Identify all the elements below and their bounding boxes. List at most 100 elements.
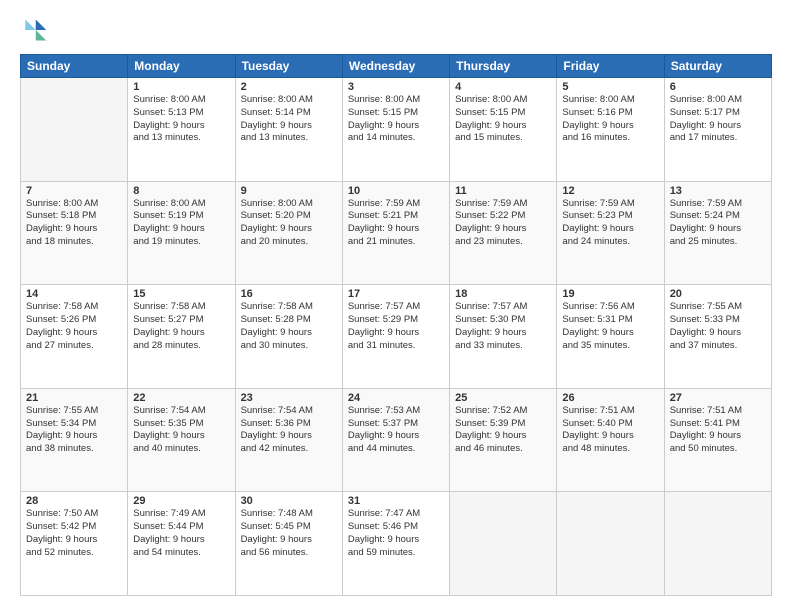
- day-info: Sunrise: 7:57 AM Sunset: 5:29 PM Dayligh…: [348, 301, 444, 352]
- calendar-cell: 21Sunrise: 7:55 AM Sunset: 5:34 PM Dayli…: [21, 388, 128, 492]
- day-number: 10: [348, 185, 444, 197]
- day-number: 29: [133, 495, 229, 507]
- day-info: Sunrise: 7:56 AM Sunset: 5:31 PM Dayligh…: [562, 301, 658, 352]
- day-info: Sunrise: 7:55 AM Sunset: 5:33 PM Dayligh…: [670, 301, 766, 352]
- day-number: 26: [562, 392, 658, 404]
- weekday-header: Monday: [128, 55, 235, 78]
- day-info: Sunrise: 8:00 AM Sunset: 5:20 PM Dayligh…: [241, 198, 337, 249]
- calendar-cell: 29Sunrise: 7:49 AM Sunset: 5:44 PM Dayli…: [128, 492, 235, 596]
- calendar-cell: 14Sunrise: 7:58 AM Sunset: 5:26 PM Dayli…: [21, 285, 128, 389]
- day-number: 2: [241, 81, 337, 93]
- calendar-cell: 8Sunrise: 8:00 AM Sunset: 5:19 PM Daylig…: [128, 181, 235, 285]
- calendar-cell: 11Sunrise: 7:59 AM Sunset: 5:22 PM Dayli…: [450, 181, 557, 285]
- day-number: 7: [26, 185, 122, 197]
- day-info: Sunrise: 8:00 AM Sunset: 5:15 PM Dayligh…: [455, 94, 551, 145]
- calendar-cell: 1Sunrise: 8:00 AM Sunset: 5:13 PM Daylig…: [128, 78, 235, 182]
- calendar-table: SundayMondayTuesdayWednesdayThursdayFrid…: [20, 54, 772, 596]
- calendar-cell: 24Sunrise: 7:53 AM Sunset: 5:37 PM Dayli…: [342, 388, 449, 492]
- calendar-cell: [664, 492, 771, 596]
- calendar-cell: 31Sunrise: 7:47 AM Sunset: 5:46 PM Dayli…: [342, 492, 449, 596]
- day-info: Sunrise: 7:59 AM Sunset: 5:24 PM Dayligh…: [670, 198, 766, 249]
- logo-icon: [20, 16, 48, 44]
- day-info: Sunrise: 7:57 AM Sunset: 5:30 PM Dayligh…: [455, 301, 551, 352]
- day-info: Sunrise: 8:00 AM Sunset: 5:15 PM Dayligh…: [348, 94, 444, 145]
- calendar-cell: 12Sunrise: 7:59 AM Sunset: 5:23 PM Dayli…: [557, 181, 664, 285]
- day-number: 15: [133, 288, 229, 300]
- day-info: Sunrise: 7:58 AM Sunset: 5:27 PM Dayligh…: [133, 301, 229, 352]
- day-number: 21: [26, 392, 122, 404]
- day-number: 16: [241, 288, 337, 300]
- calendar-cell: 4Sunrise: 8:00 AM Sunset: 5:15 PM Daylig…: [450, 78, 557, 182]
- calendar-cell: 19Sunrise: 7:56 AM Sunset: 5:31 PM Dayli…: [557, 285, 664, 389]
- day-info: Sunrise: 7:53 AM Sunset: 5:37 PM Dayligh…: [348, 405, 444, 456]
- calendar-cell: 13Sunrise: 7:59 AM Sunset: 5:24 PM Dayli…: [664, 181, 771, 285]
- day-number: 22: [133, 392, 229, 404]
- calendar-week-row: 14Sunrise: 7:58 AM Sunset: 5:26 PM Dayli…: [21, 285, 772, 389]
- day-info: Sunrise: 7:51 AM Sunset: 5:41 PM Dayligh…: [670, 405, 766, 456]
- day-number: 24: [348, 392, 444, 404]
- day-number: 28: [26, 495, 122, 507]
- day-number: 1: [133, 81, 229, 93]
- calendar-cell: 18Sunrise: 7:57 AM Sunset: 5:30 PM Dayli…: [450, 285, 557, 389]
- day-number: 23: [241, 392, 337, 404]
- day-number: 30: [241, 495, 337, 507]
- calendar-cell: 23Sunrise: 7:54 AM Sunset: 5:36 PM Dayli…: [235, 388, 342, 492]
- day-number: 17: [348, 288, 444, 300]
- calendar-cell: 9Sunrise: 8:00 AM Sunset: 5:20 PM Daylig…: [235, 181, 342, 285]
- day-info: Sunrise: 8:00 AM Sunset: 5:16 PM Dayligh…: [562, 94, 658, 145]
- day-info: Sunrise: 7:58 AM Sunset: 5:26 PM Dayligh…: [26, 301, 122, 352]
- day-info: Sunrise: 7:54 AM Sunset: 5:36 PM Dayligh…: [241, 405, 337, 456]
- day-info: Sunrise: 7:48 AM Sunset: 5:45 PM Dayligh…: [241, 508, 337, 559]
- day-info: Sunrise: 8:00 AM Sunset: 5:13 PM Dayligh…: [133, 94, 229, 145]
- day-info: Sunrise: 8:00 AM Sunset: 5:14 PM Dayligh…: [241, 94, 337, 145]
- day-number: 14: [26, 288, 122, 300]
- calendar-header-row: SundayMondayTuesdayWednesdayThursdayFrid…: [21, 55, 772, 78]
- day-info: Sunrise: 7:51 AM Sunset: 5:40 PM Dayligh…: [562, 405, 658, 456]
- day-number: 12: [562, 185, 658, 197]
- calendar-cell: 30Sunrise: 7:48 AM Sunset: 5:45 PM Dayli…: [235, 492, 342, 596]
- day-number: 8: [133, 185, 229, 197]
- page: SundayMondayTuesdayWednesdayThursdayFrid…: [0, 0, 792, 612]
- day-info: Sunrise: 8:00 AM Sunset: 5:18 PM Dayligh…: [26, 198, 122, 249]
- calendar-week-row: 7Sunrise: 8:00 AM Sunset: 5:18 PM Daylig…: [21, 181, 772, 285]
- day-number: 31: [348, 495, 444, 507]
- day-info: Sunrise: 7:49 AM Sunset: 5:44 PM Dayligh…: [133, 508, 229, 559]
- weekday-header: Tuesday: [235, 55, 342, 78]
- day-number: 5: [562, 81, 658, 93]
- calendar-cell: 3Sunrise: 8:00 AM Sunset: 5:15 PM Daylig…: [342, 78, 449, 182]
- day-number: 13: [670, 185, 766, 197]
- day-info: Sunrise: 8:00 AM Sunset: 5:19 PM Dayligh…: [133, 198, 229, 249]
- calendar-cell: [450, 492, 557, 596]
- calendar-cell: 22Sunrise: 7:54 AM Sunset: 5:35 PM Dayli…: [128, 388, 235, 492]
- day-info: Sunrise: 7:59 AM Sunset: 5:21 PM Dayligh…: [348, 198, 444, 249]
- day-number: 25: [455, 392, 551, 404]
- calendar-week-row: 21Sunrise: 7:55 AM Sunset: 5:34 PM Dayli…: [21, 388, 772, 492]
- calendar-cell: [557, 492, 664, 596]
- calendar-cell: 25Sunrise: 7:52 AM Sunset: 5:39 PM Dayli…: [450, 388, 557, 492]
- calendar-cell: 15Sunrise: 7:58 AM Sunset: 5:27 PM Dayli…: [128, 285, 235, 389]
- weekday-header: Thursday: [450, 55, 557, 78]
- calendar-cell: 2Sunrise: 8:00 AM Sunset: 5:14 PM Daylig…: [235, 78, 342, 182]
- day-info: Sunrise: 7:55 AM Sunset: 5:34 PM Dayligh…: [26, 405, 122, 456]
- day-info: Sunrise: 7:59 AM Sunset: 5:23 PM Dayligh…: [562, 198, 658, 249]
- calendar-cell: 20Sunrise: 7:55 AM Sunset: 5:33 PM Dayli…: [664, 285, 771, 389]
- calendar-cell: 5Sunrise: 8:00 AM Sunset: 5:16 PM Daylig…: [557, 78, 664, 182]
- day-info: Sunrise: 7:50 AM Sunset: 5:42 PM Dayligh…: [26, 508, 122, 559]
- calendar-cell: [21, 78, 128, 182]
- calendar-cell: 10Sunrise: 7:59 AM Sunset: 5:21 PM Dayli…: [342, 181, 449, 285]
- calendar-cell: 6Sunrise: 8:00 AM Sunset: 5:17 PM Daylig…: [664, 78, 771, 182]
- calendar-week-row: 1Sunrise: 8:00 AM Sunset: 5:13 PM Daylig…: [21, 78, 772, 182]
- weekday-header: Sunday: [21, 55, 128, 78]
- day-number: 11: [455, 185, 551, 197]
- logo: [20, 16, 52, 44]
- day-info: Sunrise: 7:47 AM Sunset: 5:46 PM Dayligh…: [348, 508, 444, 559]
- calendar-cell: 16Sunrise: 7:58 AM Sunset: 5:28 PM Dayli…: [235, 285, 342, 389]
- day-info: Sunrise: 7:54 AM Sunset: 5:35 PM Dayligh…: [133, 405, 229, 456]
- day-number: 6: [670, 81, 766, 93]
- day-info: Sunrise: 7:52 AM Sunset: 5:39 PM Dayligh…: [455, 405, 551, 456]
- day-number: 20: [670, 288, 766, 300]
- calendar-cell: 28Sunrise: 7:50 AM Sunset: 5:42 PM Dayli…: [21, 492, 128, 596]
- day-number: 9: [241, 185, 337, 197]
- day-info: Sunrise: 7:58 AM Sunset: 5:28 PM Dayligh…: [241, 301, 337, 352]
- day-number: 18: [455, 288, 551, 300]
